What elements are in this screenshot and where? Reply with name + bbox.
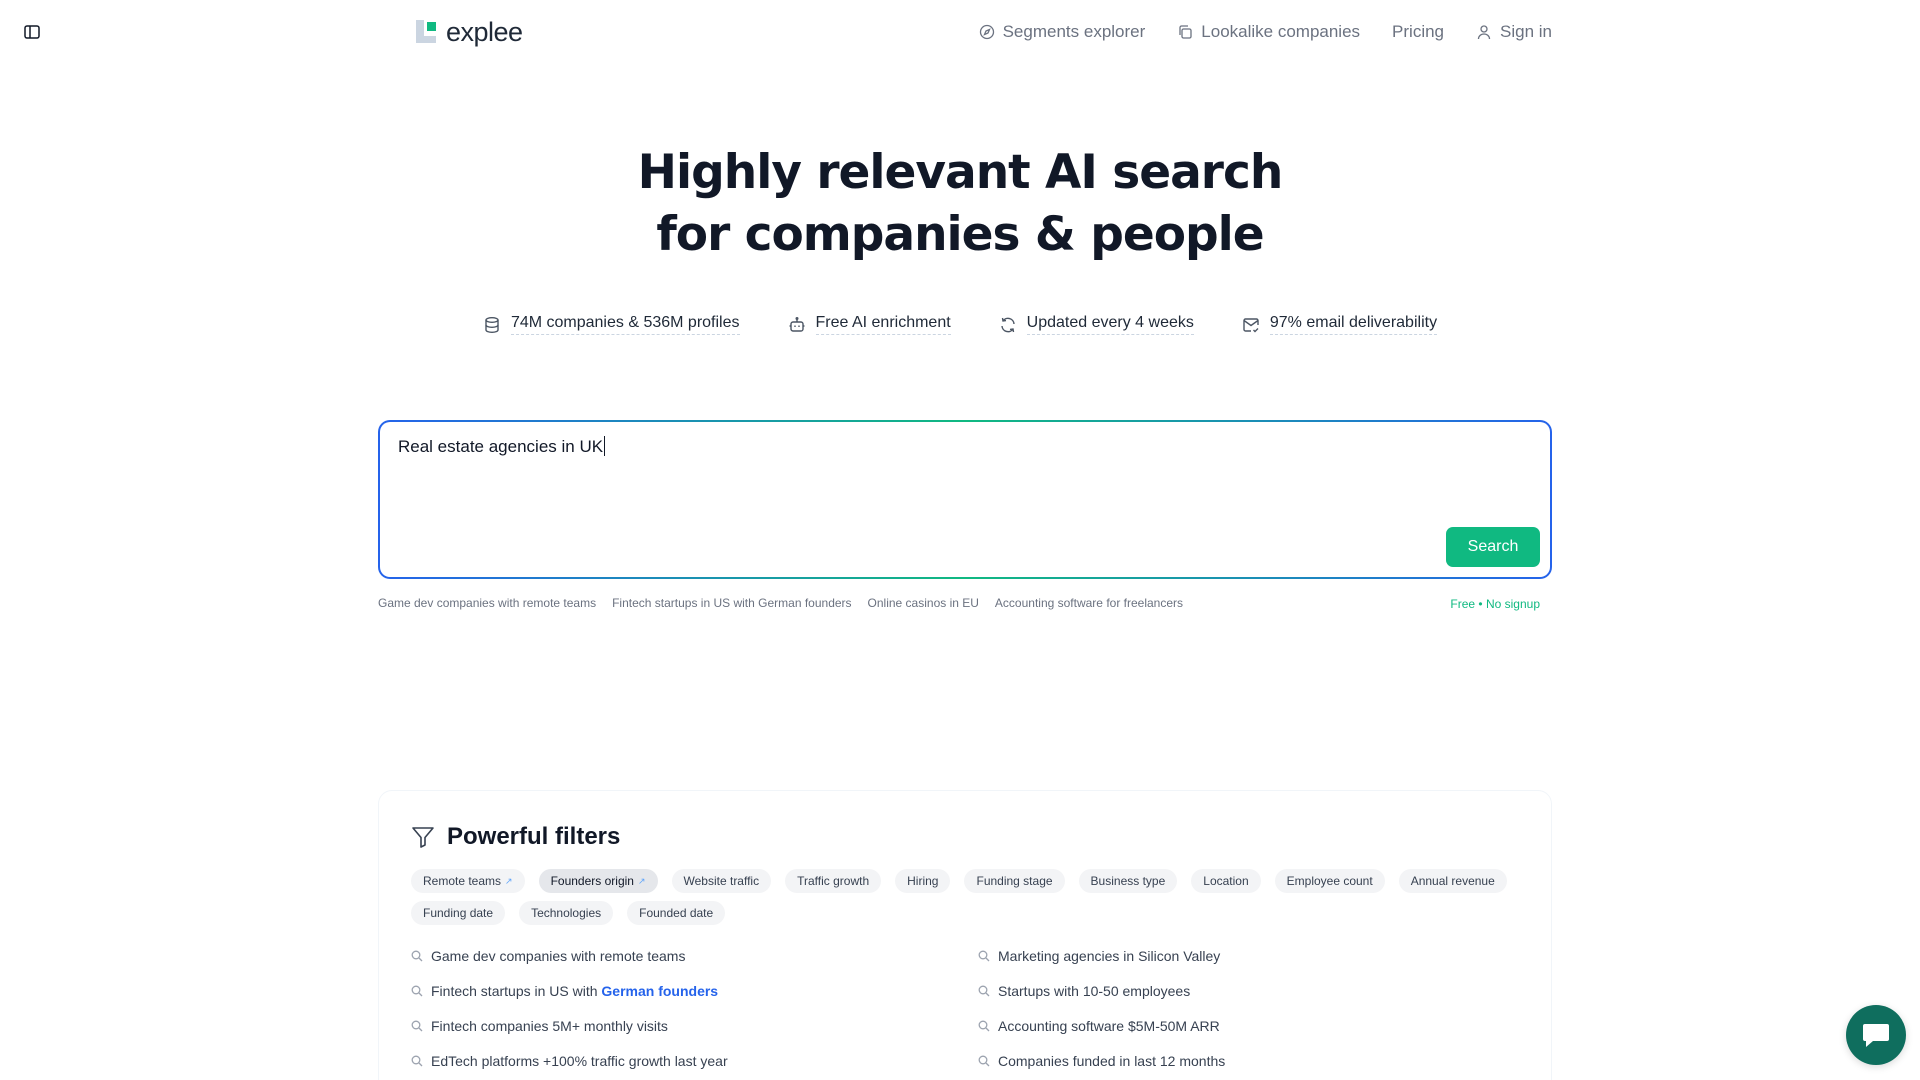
search-icon [411,1020,423,1032]
suggestion-link[interactable]: Fintech startups in US with German found… [612,596,851,610]
example-queries: Game dev companies with remote teams Mar… [411,946,1521,1071]
refresh-icon [1000,317,1015,332]
logo-mark-icon [416,20,440,44]
search-icon [978,1020,990,1032]
filters-card: Powerful filters Remote teams ↗ Founders … [378,790,1552,1080]
nav-pricing[interactable]: Pricing [1392,22,1444,42]
nav-segments-explorer[interactable]: Segments explorer [979,22,1146,42]
search-icon [411,950,423,962]
example-query[interactable]: Companies funded in last 12 months [978,1051,1518,1071]
search-icon [411,985,423,997]
suggestion-link[interactable]: Accounting software for freelancers [995,596,1183,610]
sidebar-toggle-icon[interactable] [24,24,42,40]
main-nav: Segments explorer Lookalike companies Pr… [979,22,1552,42]
mail-check-icon [1243,317,1259,332]
example-query[interactable]: EdTech platforms +100% traffic growth la… [411,1051,978,1071]
chip-business-type[interactable]: Business type [1078,869,1178,893]
feature-updated[interactable]: Updated every 4 weeks [999,314,1194,335]
copy-icon [1179,25,1192,39]
hero: Highly relevant AI search for companies … [0,142,1920,266]
bot-icon [789,316,804,332]
feature-ai-enrichment[interactable]: Free AI enrichment [788,314,951,335]
search-button[interactable]: Search [1446,527,1540,567]
search-input[interactable]: Real estate agencies in UK Search [380,422,1550,577]
hero-title: Highly relevant AI search for companies … [0,142,1920,266]
suggestion-link[interactable]: Game dev companies with remote teams [378,596,596,610]
chip-founded-date[interactable]: Founded date [627,901,726,925]
chip-employee-count[interactable]: Employee count [1274,869,1385,893]
search-icon [411,1055,423,1067]
chip-founders-origin[interactable]: Founders origin ↗ [538,869,658,893]
nav-label: Pricing [1392,22,1445,41]
logo[interactable]: explee [416,17,523,48]
filter-chips: Remote teams ↗ Founders origin ↗ Website t… [411,869,1521,925]
hero-title-line1: Highly relevant AI search [637,145,1284,200]
chip-remote-teams[interactable]: Remote teams ↗ [411,869,525,893]
chat-widget-button[interactable] [1846,1005,1906,1065]
chip-funding-date[interactable]: Funding date [411,901,506,925]
nav-label: Lookalike companies [1201,22,1361,41]
search-icon [978,985,990,997]
user-icon [1477,25,1491,40]
nav-label: Segments explorer [1002,22,1146,41]
example-query[interactable]: Game dev companies with remote teams [411,946,978,966]
chip-annual-revenue[interactable]: Annual revenue [1398,869,1507,893]
compass-icon [979,24,994,40]
filters-title: Powerful filters [447,823,621,850]
example-query[interactable]: Accounting software $5M-50M ARR [978,1016,1518,1036]
example-query[interactable]: Fintech companies 5M+ monthly visits [411,1016,978,1036]
highlighted-filter[interactable]: German founders [601,983,718,999]
feature-label: Updated every 4 weeks [1026,314,1194,335]
logo-text: explee [446,16,523,47]
nav-sign-in[interactable]: Sign in [1476,22,1552,42]
external-link-icon: ↗ [505,875,513,886]
hero-title-line2: for companies & people [656,207,1264,262]
free-note: Free • No signup [1450,597,1540,611]
search-icon [978,950,990,962]
filters-header: Powerful filters [411,823,620,851]
chip-location[interactable]: Location [1191,869,1261,893]
features-row: 74M companies & 536M profiles Free AI en… [0,314,1920,335]
external-link-icon: ↗ [637,875,646,886]
feature-email-deliverability[interactable]: 97% email deliverability [1242,314,1438,335]
search-suggestions: Game dev companies with remote teams Fin… [378,596,1183,610]
feature-label: Free AI enrichment [815,314,951,335]
search-box: Real estate agencies in UK Search [378,420,1552,579]
search-input-text: Real estate agencies in UK [398,436,606,456]
feature-companies-profiles[interactable]: 74M companies & 536M profiles [483,314,740,335]
nav-lookalike-companies[interactable]: Lookalike companies [1177,22,1360,42]
example-query[interactable]: Startups with 10-50 employees [978,981,1518,1001]
chip-funding-stage[interactable]: Funding stage [964,869,1065,893]
feature-label: 97% email deliverability [1269,314,1438,335]
topbar: explee Segments explorer Lookalike compa… [416,12,1552,52]
chip-hiring[interactable]: Hiring [895,869,951,893]
example-query[interactable]: Fintech startups in US with German found… [411,981,978,1001]
search-icon [978,1055,990,1067]
feature-label: 74M companies & 536M profiles [510,314,740,335]
suggestion-link[interactable]: Online casinos in EU [868,596,979,610]
chip-traffic-growth[interactable]: Traffic growth [785,869,882,893]
filter-icon [412,827,434,848]
chip-technologies[interactable]: Technologies [519,901,614,925]
chat-icon [1863,1024,1889,1047]
example-query[interactable]: Marketing agencies in Silicon Valley [978,946,1518,966]
database-icon [485,316,499,333]
nav-label: Sign in [1500,22,1552,41]
chip-website-traffic[interactable]: Website traffic [671,869,772,893]
